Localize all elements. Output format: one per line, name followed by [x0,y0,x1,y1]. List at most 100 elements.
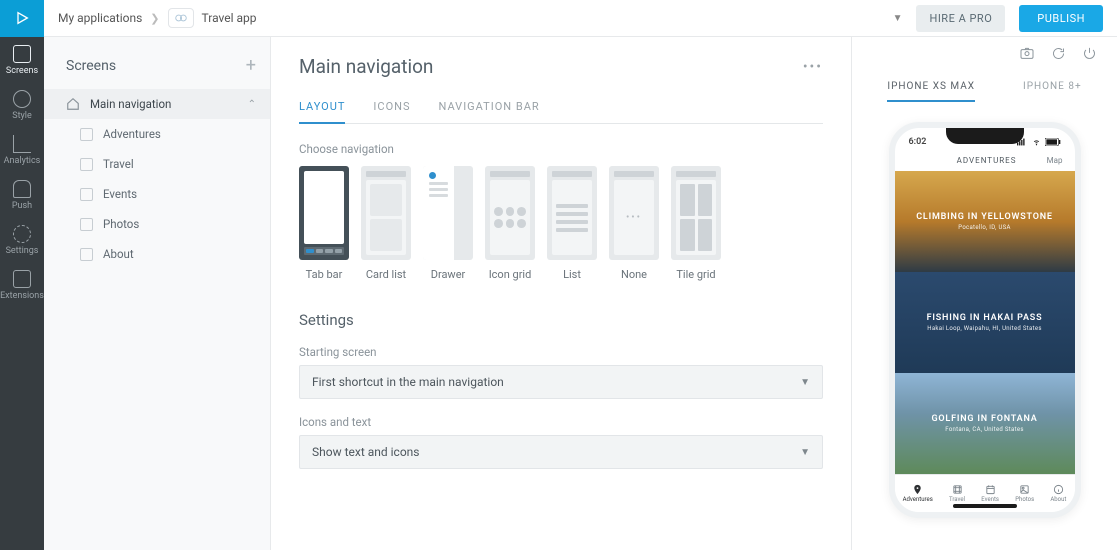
select-value: First shortcut in the main navigation [312,375,504,389]
page-title: Main navigation ••• [299,55,823,78]
feed[interactable]: CLIMBING IN YELLOWSTONE Pocatello, ID, US… [895,171,1075,474]
side-rail: Screens Style Analytics Push Settings Ex… [0,37,44,550]
rail-item-analytics[interactable]: Analytics [4,135,41,166]
tab-navigation-bar[interactable]: NAVIGATION BAR [439,100,540,123]
screens-title-text: Screens [66,58,116,74]
bottom-nav-events[interactable]: Events [981,484,999,503]
rail-item-extensions[interactable]: Extensions [0,270,44,301]
checkbox-icon [80,188,93,201]
screen-item-travel[interactable]: Travel [44,149,270,179]
style-icon [13,90,31,108]
device-tab-xsmax[interactable]: IPHONE XS MAX [887,73,975,102]
account-caret[interactable]: ▼ [893,13,903,24]
camera-icon[interactable] [1019,45,1035,65]
add-screen-button[interactable]: + [246,57,256,75]
editor-panel: Main navigation ••• LAYOUT ICONS NAVIGAT… [271,37,851,550]
layout-option-icon-grid[interactable]: Icon grid [485,166,535,281]
more-menu-button[interactable]: ••• [803,59,823,75]
layout-options: Tab bar Card list Drawer Icon grid List [299,166,823,281]
preview-panel: IPHONE XS MAX IPHONE 8+ 6:02 ADVENTURES [851,37,1117,550]
screens-icon [13,45,31,63]
layout-option-card-list[interactable]: Card list [361,166,411,281]
device-tab-8plus[interactable]: IPHONE 8+ [1023,73,1082,102]
tab-layout[interactable]: LAYOUT [299,100,345,123]
chevron-up-icon[interactable]: ⌃ [248,99,256,110]
app-header-title: ADVENTURES [957,156,1017,165]
rail-item-screens[interactable]: Screens [6,45,38,76]
starting-screen-select[interactable]: First shortcut in the main navigation ▼ [299,365,823,399]
layout-label: None [621,268,647,281]
screen-label: Main navigation [90,97,171,111]
breadcrumb: My applications ❯ Travel app [44,8,257,28]
screen-label: Events [103,187,137,201]
layout-option-drawer[interactable]: Drawer [423,166,473,281]
rail-label: Style [12,111,32,121]
device-notch [946,128,1024,144]
app-icon[interactable] [168,8,194,28]
refresh-icon[interactable] [1051,46,1066,65]
screen-item-photos[interactable]: Photos [44,209,270,239]
screen-label: About [103,247,134,261]
chevron-down-icon: ▼ [800,377,810,388]
hire-a-pro-button[interactable]: HIRE A PRO [916,5,1005,32]
push-icon [13,180,31,198]
rail-item-style[interactable]: Style [12,90,32,121]
bottom-nav-label: Adventures [903,496,933,503]
layout-option-list[interactable]: List [547,166,597,281]
layout-label: List [563,268,581,281]
publish-button[interactable]: PUBLISH [1019,5,1103,32]
bottom-nav-adventures[interactable]: Adventures [903,484,933,503]
layout-option-tab-bar[interactable]: Tab bar [299,166,349,281]
tile-subtitle: Hakai Loop, Waipahu, HI, United States [927,325,1041,332]
gear-icon [13,225,31,243]
bottom-nav-photos[interactable]: Photos [1015,484,1034,503]
device-preview: 6:02 ADVENTURES Map CLIMBING IN YELLOWST… [889,122,1081,518]
tile-title: FISHING IN HAKAI PASS [927,313,1043,323]
screen-label: Travel [103,157,134,171]
layout-option-tile-grid[interactable]: Tile grid [671,166,721,281]
brand-logo[interactable] [0,0,44,37]
bottom-nav-about[interactable]: About [1050,484,1066,503]
feed-tile[interactable]: FISHING IN HAKAI PASS Hakai Loop, Waipahu… [895,272,1075,373]
layout-label: Tab bar [306,268,343,281]
select-value: Show text and icons [312,445,419,459]
rail-label: Extensions [0,291,44,301]
preview-device-tabs: IPHONE XS MAX IPHONE 8+ [852,73,1117,102]
tile-subtitle: Fontana, CA, United States [945,426,1023,433]
feed-tile[interactable]: GOLFING IN FONTANA Fontana, CA, United St… [895,373,1075,474]
power-icon[interactable] [1082,46,1097,65]
checkbox-icon [80,128,93,141]
bottom-nav-travel[interactable]: Travel [949,484,965,503]
rail-item-push[interactable]: Push [12,180,32,211]
screen-label: Adventures [103,127,161,141]
home-indicator [953,504,1017,508]
icons-text-select[interactable]: Show text and icons ▼ [299,435,823,469]
rail-item-settings[interactable]: Settings [6,225,39,256]
analytics-icon [13,135,31,153]
bottom-nav-label: Events [981,496,999,503]
breadcrumb-app[interactable]: Travel app [202,11,257,25]
rail-label: Screens [6,66,38,76]
settings-heading: Settings [299,311,823,329]
starting-screen-label: Starting screen [299,345,823,359]
tab-icons[interactable]: ICONS [373,100,410,123]
tile-subtitle: Pocatello, ID, USA [958,224,1010,231]
bottom-nav-label: Travel [949,496,965,503]
screen-item-events[interactable]: Events [44,179,270,209]
tile-title: CLIMBING IN YELLOWSTONE [916,212,1053,222]
rail-label: Push [12,201,32,211]
screen-item-main-navigation[interactable]: Main navigation ⌃ [44,89,270,119]
layout-option-none[interactable]: ••• None [609,166,659,281]
topbar: My applications ❯ Travel app ▼ HIRE A PR… [0,0,1117,37]
tile-title: GOLFING IN FONTANA [931,414,1037,424]
screen-item-adventures[interactable]: Adventures [44,119,270,149]
screen-item-about[interactable]: About [44,239,270,269]
screens-panel: Screens + Main navigation ⌃ Adventures T… [44,37,271,550]
layout-label: Tile grid [676,268,715,281]
checkbox-icon [80,248,93,261]
feed-tile[interactable]: CLIMBING IN YELLOWSTONE Pocatello, ID, US… [895,171,1075,272]
editor-tabs: LAYOUT ICONS NAVIGATION BAR [299,100,823,124]
breadcrumb-root[interactable]: My applications [58,11,142,25]
chevron-right-icon: ❯ [150,12,159,25]
app-header-map[interactable]: Map [1047,156,1063,165]
